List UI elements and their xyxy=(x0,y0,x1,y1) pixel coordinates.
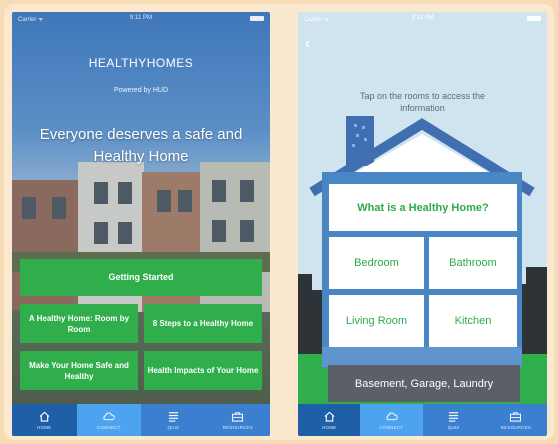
cloud-icon xyxy=(103,412,115,420)
tab-resources-label: RESOURCES xyxy=(222,424,253,430)
tab-resources-label: RESOURCES xyxy=(500,424,532,430)
tab-quiz[interactable]: QUIZ xyxy=(423,404,485,436)
tab-connect-label: CONNECT xyxy=(96,424,121,430)
bedroom-room[interactable]: Bedroom xyxy=(329,237,424,289)
tab-connect[interactable]: CONNECT xyxy=(360,404,423,436)
briefcase-icon xyxy=(510,411,522,422)
rooms-screen: Carrier ᯤ 9:11 PM ‹ Tap on the rooms to … xyxy=(298,12,547,436)
tab-bar: HOME CONNECT QUIZ RESOURCES xyxy=(12,404,270,436)
cloud-icon xyxy=(386,412,398,420)
tab-resources[interactable]: RESOURCES xyxy=(485,404,547,436)
battery-icon xyxy=(250,16,264,21)
home-icon xyxy=(39,411,50,422)
powered-by-label: Powered by HUD xyxy=(113,87,169,94)
eight-steps-button[interactable]: 8 Steps to a Healthy Home xyxy=(144,304,262,343)
quiz-icon xyxy=(449,411,459,422)
living-room-room[interactable]: Living Room xyxy=(329,295,424,347)
tab-quiz[interactable]: QUIZ xyxy=(141,404,206,436)
getting-started-button[interactable]: Getting Started xyxy=(20,259,262,296)
bathroom-room[interactable]: Bathroom xyxy=(429,237,517,289)
tab-quiz-label: QUIZ xyxy=(447,424,460,430)
tagline: Everyone deserves a safe and Healthy Hom… xyxy=(39,126,243,165)
tab-home-label: HOME xyxy=(321,424,337,430)
health-impacts-button[interactable]: Health Impacts of Your Home xyxy=(144,351,262,390)
home-screen: Carrier ᯤ 9:11 PM HEALTHYHOMES Powered b… xyxy=(12,12,270,436)
kitchen-room[interactable]: Kitchen xyxy=(429,295,517,347)
briefcase-icon xyxy=(232,411,244,422)
basement-room[interactable]: Basement, Garage, Laundry xyxy=(328,365,520,402)
app-title: HEALTHYHOMES xyxy=(88,56,194,70)
tab-home-label: HOME xyxy=(37,424,52,430)
tab-home[interactable]: HOME xyxy=(298,404,361,436)
tab-connect-label: CONNECT xyxy=(379,424,404,430)
home-icon xyxy=(324,411,335,422)
room-by-room-button[interactable]: A Healthy Home: Room by Room xyxy=(20,304,138,343)
tab-resources[interactable]: RESOURCES xyxy=(206,404,271,436)
clock: 9:11 PM xyxy=(130,15,152,21)
tab-home[interactable]: HOME xyxy=(12,404,77,436)
tab-bar: HOME CONNECT QUIZ RESOURCES xyxy=(298,404,547,436)
quiz-icon xyxy=(168,411,178,422)
what-is-healthy-home-room[interactable]: What is a Healthy Home? xyxy=(329,184,517,231)
tab-connect[interactable]: CONNECT xyxy=(76,404,141,436)
safe-healthy-button[interactable]: Make Your Home Safe and Healthy xyxy=(20,351,138,390)
status-bar: Carrier ᯤ 9:11 PM xyxy=(12,12,270,26)
tab-quiz-label: QUIZ xyxy=(167,424,180,430)
